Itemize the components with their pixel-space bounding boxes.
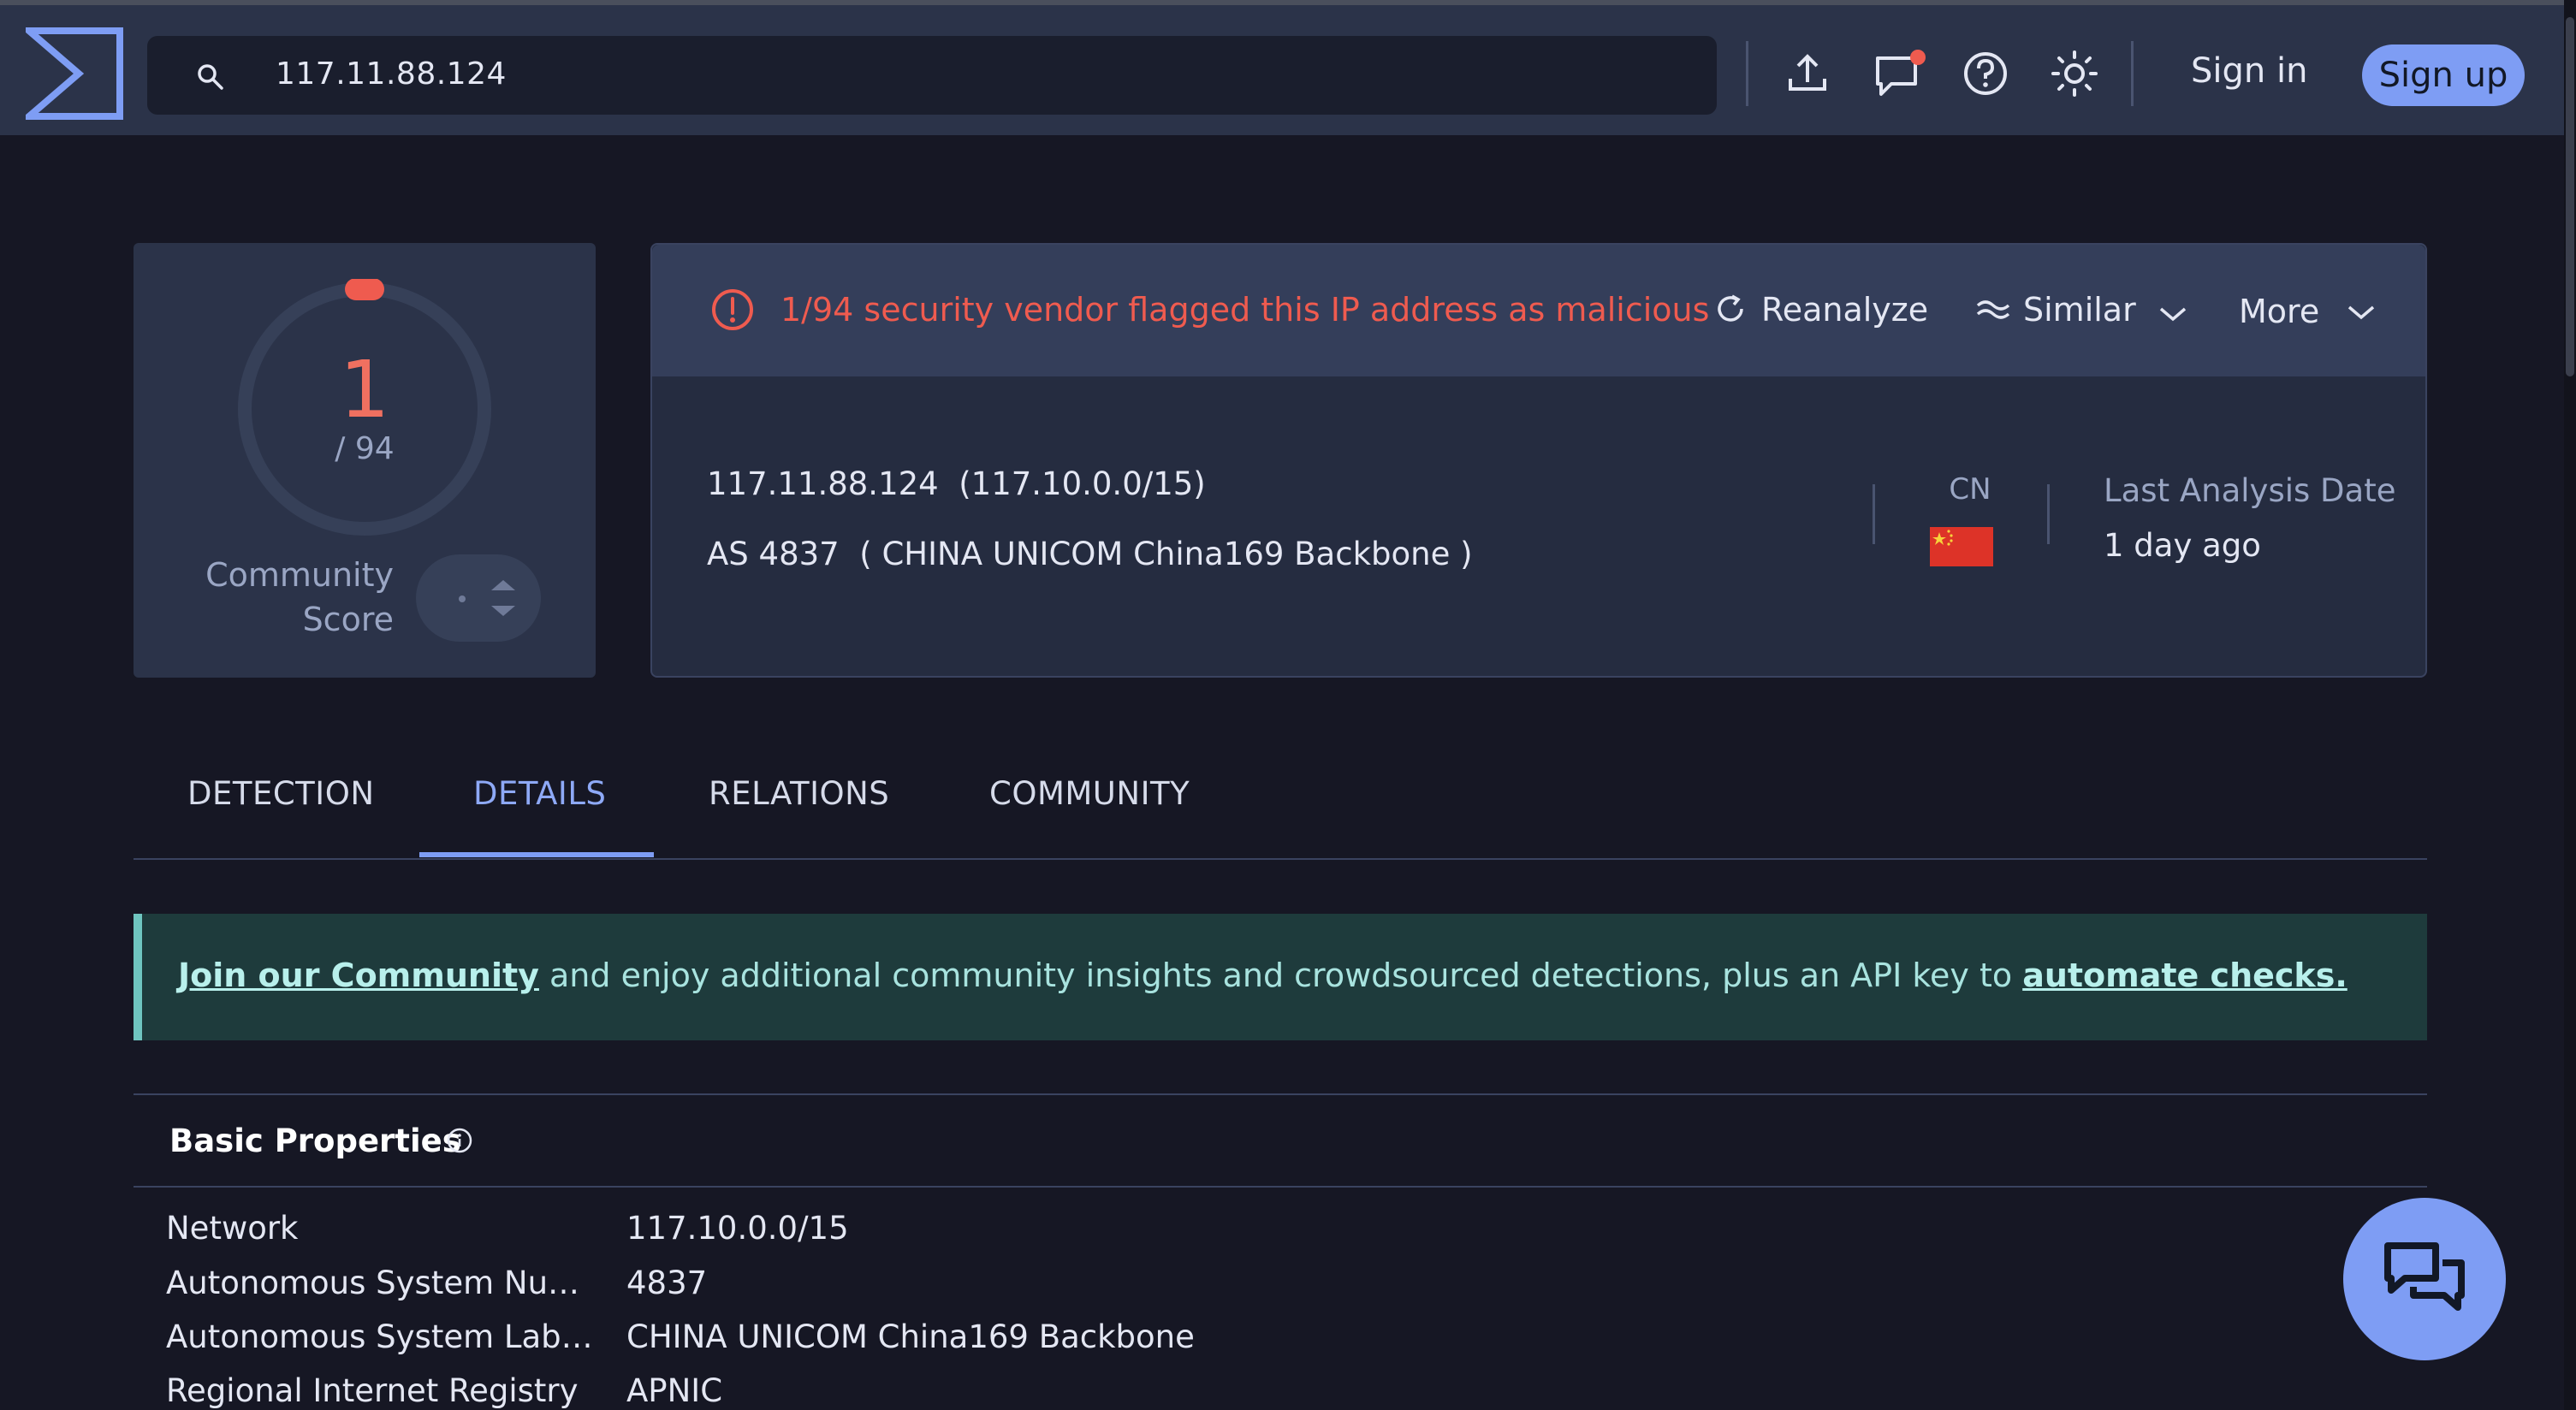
scrollbar-thumb[interactable] bbox=[2566, 17, 2574, 376]
top-bar: 117.11.88.124 Sign in Sign up bbox=[0, 0, 2576, 135]
help-icon[interactable] bbox=[1962, 50, 2009, 98]
as-line: AS 4837 ( CHINA UNICOM China169 Backbone… bbox=[707, 536, 1473, 572]
chevron-down-icon bbox=[2158, 293, 2187, 330]
divider bbox=[2131, 41, 2134, 106]
theme-toggle-icon[interactable] bbox=[2051, 50, 2098, 98]
divider bbox=[1873, 484, 1875, 544]
divider bbox=[2047, 484, 2050, 544]
as-owner: ( CHINA UNICOM China169 Backbone ) bbox=[859, 536, 1473, 572]
vote-up-icon bbox=[491, 580, 515, 590]
last-analysis-value: 1 day ago bbox=[2104, 527, 2261, 564]
similar-label: Similar bbox=[2023, 291, 2136, 329]
sign-up-button[interactable]: Sign up bbox=[2362, 44, 2525, 106]
tab-detection[interactable]: DETECTION bbox=[187, 775, 375, 812]
sign-in-link[interactable]: Sign in bbox=[2191, 51, 2307, 91]
last-analysis-label: Last Analysis Date bbox=[2104, 472, 2396, 509]
search-query[interactable]: 117.11.88.124 bbox=[276, 56, 507, 92]
malicious-alert-text: 1/94 security vendor flagged this IP add… bbox=[781, 291, 1710, 329]
community-vote-control[interactable] bbox=[416, 554, 541, 642]
as-number[interactable]: AS 4837 bbox=[707, 536, 840, 572]
detection-total: / 94 bbox=[335, 431, 395, 466]
similar-icon bbox=[1975, 293, 2011, 332]
upload-icon[interactable] bbox=[1784, 50, 1831, 98]
tab-bar-border bbox=[134, 858, 2427, 860]
search-input[interactable]: 117.11.88.124 bbox=[147, 36, 1717, 115]
property-key: Autonomous System Label… bbox=[166, 1318, 602, 1355]
property-value: 4837 bbox=[626, 1265, 708, 1301]
divider bbox=[134, 1186, 2427, 1188]
info-icon[interactable] bbox=[447, 1128, 472, 1153]
chat-icon bbox=[2383, 1239, 2468, 1321]
tab-relations[interactable]: RELATIONS bbox=[709, 775, 889, 812]
property-key: Network bbox=[166, 1210, 299, 1247]
chevron-down-icon bbox=[2347, 291, 2376, 329]
community-banner: Join our Community and enjoy additional … bbox=[134, 914, 2427, 1040]
community-score-label: Community Score bbox=[205, 553, 394, 642]
banner-middle-text: and enjoy additional community insights … bbox=[538, 957, 2023, 994]
property-value: 117.10.0.0/15 bbox=[626, 1210, 849, 1247]
property-value: APNIC bbox=[626, 1372, 723, 1409]
more-label: More bbox=[2239, 293, 2320, 330]
property-key: Autonomous System Num… bbox=[166, 1265, 602, 1301]
reanalyze-button[interactable]: Reanalyze bbox=[1713, 291, 1928, 334]
search-icon bbox=[195, 62, 226, 92]
score-card: 1 / 94 Community Score bbox=[134, 243, 596, 678]
similar-dropdown[interactable]: Similar bbox=[1975, 291, 2187, 332]
tab-details[interactable]: DETAILS bbox=[473, 775, 606, 812]
join-community-link[interactable]: Join our Community bbox=[178, 957, 539, 994]
active-tab-indicator bbox=[419, 852, 654, 857]
alert-icon bbox=[710, 287, 755, 335]
community-score-label-line1: Community bbox=[205, 556, 394, 594]
refresh-icon bbox=[1713, 292, 1748, 334]
chat-button[interactable] bbox=[2343, 1198, 2506, 1360]
basic-properties-title: Basic Properties bbox=[169, 1123, 461, 1159]
ip-network[interactable]: (117.10.0.0/15) bbox=[959, 465, 1205, 502]
divider bbox=[134, 1093, 2427, 1095]
banner-text: Join our Community and enjoy additional … bbox=[178, 957, 2347, 994]
ip-line: 117.11.88.124 (117.10.0.0/15) bbox=[707, 465, 1206, 502]
tab-community[interactable]: COMMUNITY bbox=[989, 775, 1190, 812]
more-dropdown[interactable]: More bbox=[2239, 291, 2376, 330]
china-flag-icon bbox=[1930, 527, 1993, 566]
automate-checks-link[interactable]: automate checks. bbox=[2022, 957, 2347, 994]
ip-address: 117.11.88.124 bbox=[707, 465, 939, 502]
virustotal-logo-icon[interactable] bbox=[20, 27, 123, 120]
property-value: CHINA UNICOM China169 Backbone bbox=[626, 1318, 1195, 1355]
property-key: Regional Internet Registry bbox=[166, 1372, 579, 1409]
detection-score: 1 bbox=[339, 344, 390, 435]
alert-header: 1/94 security vendor flagged this IP add… bbox=[652, 245, 2425, 376]
reanalyze-label: Reanalyze bbox=[1761, 291, 1929, 329]
vote-down-icon bbox=[491, 606, 515, 616]
divider bbox=[1746, 41, 1748, 106]
country-code: CN bbox=[1949, 472, 1991, 507]
notifications-icon[interactable] bbox=[1873, 50, 1926, 98]
ip-summary-card: 1/94 security vendor flagged this IP add… bbox=[650, 243, 2427, 678]
community-score-label-line2: Score bbox=[302, 601, 394, 638]
